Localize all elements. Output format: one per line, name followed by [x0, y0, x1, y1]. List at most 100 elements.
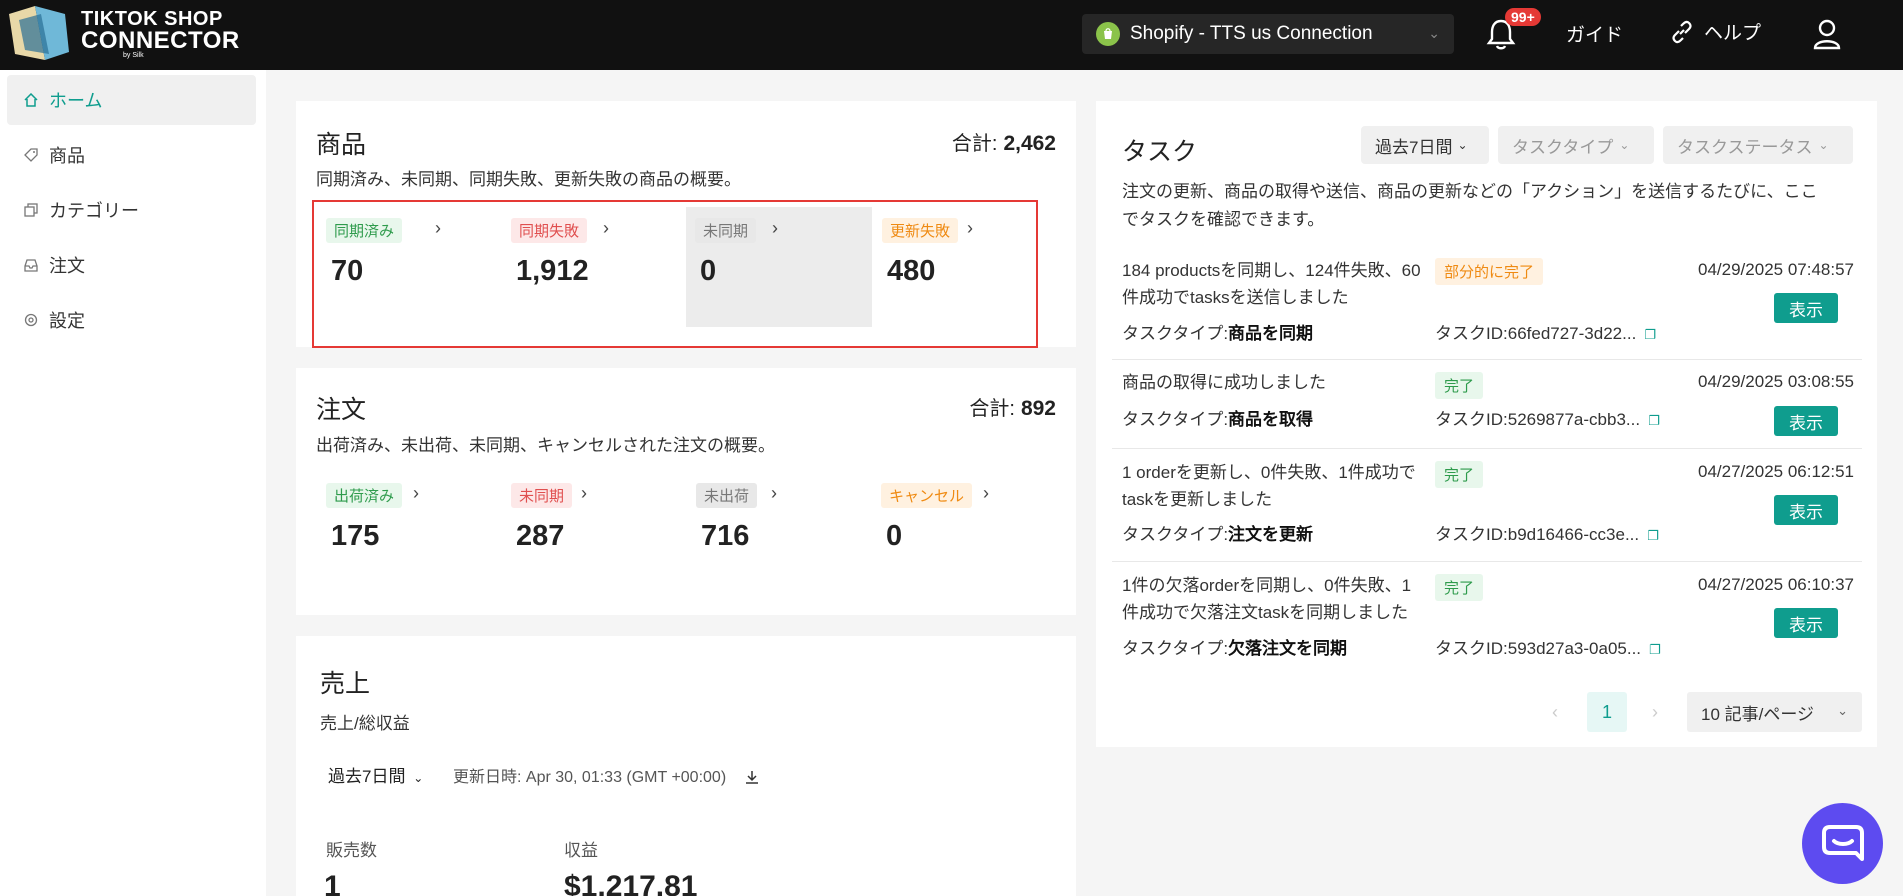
logo-text: TIKTOK SHOP CONNECTOR by Silk	[81, 8, 240, 60]
inbox-icon	[23, 257, 39, 273]
units-label: 販売数	[326, 841, 377, 860]
task-status-filter[interactable]: タスクステータス ⌄	[1663, 126, 1853, 164]
show-button[interactable]: 表示	[1774, 293, 1838, 323]
chevron-down-icon: ⌄	[1428, 25, 1440, 41]
download-icon[interactable]	[745, 770, 759, 784]
page-size-label: 10 記事/ページ	[1701, 704, 1815, 724]
sidebar-item-products[interactable]: 商品	[7, 130, 256, 180]
chat-button[interactable]	[1802, 803, 1883, 884]
chevron-down-icon: ⌄	[1818, 138, 1829, 152]
copy-icon[interactable]: ❐	[1644, 327, 1656, 343]
orders-total-value: 892	[1020, 397, 1056, 420]
sidebar: ホーム 商品 カテゴリー 注文 設定	[0, 70, 266, 896]
chevron-right-icon: ›	[772, 218, 778, 238]
task-type-value: 注文を更新	[1228, 525, 1314, 544]
stat-value: 287	[516, 520, 565, 552]
sidebar-item-categories[interactable]: カテゴリー	[7, 185, 256, 235]
chevron-right-icon: ›	[983, 483, 989, 503]
orders-stat-shipped[interactable]: 出荷済み › 175	[317, 472, 491, 592]
chevron-down-icon: ⌄	[413, 771, 424, 785]
task-desc: 1件の欠落orderを同期し、0件失敗、1 件成功で欠落注文taskを同期しまし…	[1122, 572, 1411, 626]
tag-icon	[23, 147, 39, 163]
sales-updated-label: 更新日時: Apr 30, 01:33 (GMT +00:00)	[453, 769, 727, 786]
chevron-right-icon: ›	[771, 483, 777, 503]
stat-label: 未出荷	[696, 483, 758, 508]
task-type-filter[interactable]: タスクタイプ ⌄	[1498, 126, 1654, 164]
task-row: 1件の欠落orderを同期し、0件失敗、1 件成功で欠落注文taskを同期しまし…	[1112, 563, 1862, 673]
task-period-filter[interactable]: 過去7日間 ⌄	[1361, 126, 1489, 164]
sales-card: 売上 売上/総収益 過去7日間 ⌄ 更新日時: Apr 30, 01:33 (G…	[296, 636, 1076, 896]
sidebar-item-label: カテゴリー	[49, 201, 139, 221]
show-button[interactable]: 表示	[1774, 495, 1838, 525]
store-label: Shopify - TTS us Connection	[1130, 23, 1373, 44]
task-time: 04/27/2025 06:10:37	[1698, 575, 1854, 594]
sales-title: 売上	[320, 670, 371, 698]
sidebar-item-settings[interactable]: 設定	[7, 295, 256, 345]
products-stat-sync-failed[interactable]: 同期失敗 › 1,912	[502, 207, 676, 327]
stat-label: 同期失敗	[511, 218, 588, 243]
task-desc-line1: 184 productsを同期し、124件失敗、60	[1122, 261, 1421, 280]
tasks-title: タスク	[1122, 138, 1198, 166]
task-id-label: タスクID:	[1435, 324, 1508, 343]
task-time: 04/29/2025 03:08:55	[1698, 372, 1854, 391]
orders-card: 注文 合計: 892 出荷済み、未出荷、未同期、キャンセルされた注文の概要。 出荷…	[296, 368, 1076, 615]
stat-value: 175	[331, 520, 380, 552]
task-status-filter-label: タスクステータス	[1677, 137, 1813, 157]
copy-icon[interactable]: ❐	[1648, 413, 1660, 429]
help-link[interactable]: ヘルプ	[1670, 18, 1761, 45]
copy-icon[interactable]: ❐	[1647, 528, 1659, 544]
chevron-right-icon: ›	[603, 218, 609, 238]
products-stat-synced[interactable]: 同期済み › 70	[317, 207, 491, 327]
sidebar-item-orders[interactable]: 注文	[7, 240, 256, 290]
products-total: 合計: 2,462	[952, 127, 1056, 156]
stat-value: 70	[331, 255, 364, 287]
orders-stat-cancelled[interactable]: キャンセル › 0	[872, 472, 1046, 592]
task-desc-line1: 1 orderを更新し、0件失敗、1件成功で	[1122, 463, 1416, 482]
pagination-page[interactable]: 1	[1587, 692, 1627, 732]
products-stat-update-failed[interactable]: 更新失敗 › 480	[873, 207, 1047, 327]
sidebar-item-home[interactable]: ホーム	[7, 75, 256, 125]
sidebar-item-label: 商品	[49, 146, 85, 166]
show-button[interactable]: 表示	[1774, 406, 1838, 436]
task-type: タスクタイプ:商品を同期	[1122, 319, 1313, 344]
products-total-label: 合計:	[951, 133, 998, 155]
sidebar-item-label: ホーム	[49, 91, 103, 111]
task-type: タスクタイプ:欠落注文を同期	[1122, 634, 1347, 659]
logo-icon	[9, 6, 69, 60]
user-icon[interactable]	[1812, 18, 1842, 50]
sidebar-item-label: 設定	[49, 311, 85, 331]
pagination-prev[interactable]: ‹	[1552, 702, 1558, 723]
notification-badge: 99+	[1505, 8, 1541, 26]
task-period-label: 過去7日間	[1375, 137, 1453, 157]
task-desc: 184 productsを同期し、124件失敗、60 件成功でtasksを送信し…	[1122, 257, 1421, 311]
guide-link[interactable]: ガイド	[1566, 20, 1623, 47]
shopify-icon	[1096, 22, 1120, 46]
stat-value: 1,912	[516, 255, 589, 287]
task-desc-line2: taskを更新しました	[1122, 490, 1273, 509]
help-label: ヘルプ	[1704, 23, 1762, 44]
task-time: 04/27/2025 06:12:51	[1698, 462, 1854, 481]
logo[interactable]: TIKTOK SHOP CONNECTOR by Silk	[5, 4, 240, 64]
stat-value: 0	[886, 520, 903, 552]
page-size-select[interactable]: 10 記事/ページ ⌄	[1687, 692, 1862, 732]
chevron-down-icon: ⌄	[1837, 703, 1848, 718]
task-type-filter-label: タスクタイプ	[1512, 137, 1614, 157]
store-select[interactable]: Shopify - TTS us Connection ⌄	[1082, 14, 1454, 54]
brand-line2: CONNECTOR	[81, 27, 240, 54]
task-id-label: タスクID:	[1435, 410, 1508, 429]
stat-value: 716	[701, 520, 750, 552]
task-row: 商品の取得に成功しました 完了 04/29/2025 03:08:55 タスクタ…	[1112, 361, 1862, 449]
sales-period-select[interactable]: 過去7日間 ⌄	[328, 762, 423, 787]
orders-stat-unshipped[interactable]: 未出荷 › 716	[687, 472, 861, 592]
pagination-next[interactable]: ›	[1652, 702, 1658, 723]
task-desc-line1: 商品の取得に成功しました	[1122, 373, 1326, 392]
task-id: タスクID:5269877a-cbb3... ❐	[1435, 405, 1660, 430]
copy-icon[interactable]: ❐	[1649, 642, 1661, 658]
stat-label: キャンセル	[881, 483, 973, 508]
show-button[interactable]: 表示	[1774, 608, 1838, 638]
products-stat-unsynced[interactable]: 未同期 › 0	[686, 207, 872, 327]
sales-desc: 売上/総収益	[320, 714, 410, 733]
orders-stat-unsynced[interactable]: 未同期 › 287	[502, 472, 676, 592]
task-type-label: タスクタイプ:	[1122, 410, 1229, 429]
task-type: タスクタイプ:商品を取得	[1122, 405, 1313, 430]
